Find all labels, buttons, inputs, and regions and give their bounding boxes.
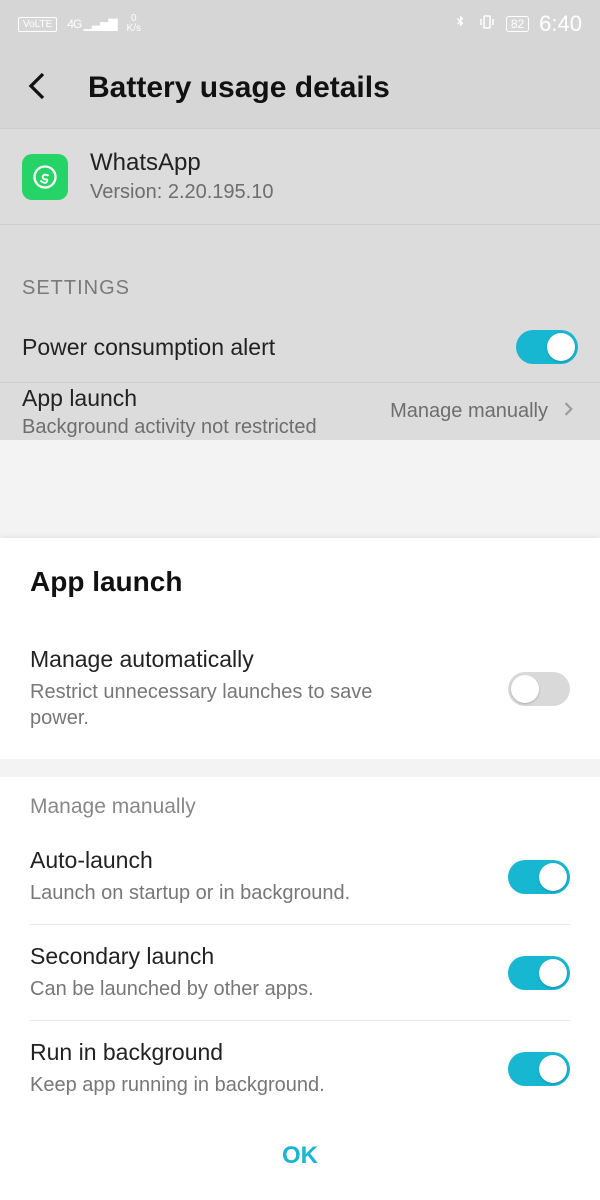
secondary-launch-label: Secondary launch bbox=[30, 943, 314, 970]
run-bg-sub: Keep app running in background. bbox=[30, 1072, 325, 1098]
settings-section-label: SETTINGS bbox=[0, 253, 600, 312]
run-bg-row[interactable]: Run in background Keep app running in ba… bbox=[30, 1021, 570, 1116]
run-bg-label: Run in background bbox=[30, 1039, 325, 1066]
power-alert-toggle[interactable] bbox=[516, 330, 578, 364]
battery-indicator: 82 bbox=[506, 16, 529, 32]
signal-icon: 4G ▁▃▅▇ bbox=[67, 17, 116, 31]
back-icon[interactable] bbox=[22, 68, 58, 109]
app-name: WhatsApp bbox=[90, 149, 273, 177]
auto-launch-sub: Launch on startup or in background. bbox=[30, 880, 350, 906]
auto-launch-label: Auto-launch bbox=[30, 847, 350, 874]
volte-badge: VoLTE bbox=[18, 17, 57, 32]
whatsapp-icon bbox=[22, 154, 68, 200]
status-bar: VoLTE 4G ▁▃▅▇ 0 K/s 82 6:40 bbox=[0, 0, 600, 48]
secondary-launch-toggle[interactable] bbox=[508, 956, 570, 990]
net-speed: 0 K/s bbox=[127, 14, 141, 34]
vibrate-icon bbox=[478, 13, 496, 36]
ok-button[interactable]: OK bbox=[30, 1116, 570, 1200]
clock: 6:40 bbox=[539, 11, 582, 37]
app-launch-label: App launch bbox=[22, 385, 317, 412]
manage-manually-label: Manage manually bbox=[30, 795, 570, 819]
secondary-launch-row[interactable]: Secondary launch Can be launched by othe… bbox=[30, 925, 570, 1020]
app-launch-row[interactable]: App launch Background activity not restr… bbox=[0, 382, 600, 440]
manage-auto-label: Manage automatically bbox=[30, 646, 430, 673]
manage-auto-toggle[interactable] bbox=[508, 672, 570, 706]
manage-auto-sub: Restrict unnecessary launches to save po… bbox=[30, 679, 430, 731]
bluetooth-icon bbox=[452, 14, 468, 35]
app-version: Version: 2.20.195.10 bbox=[90, 181, 273, 204]
sheet-title: App launch bbox=[30, 566, 570, 598]
power-alert-row[interactable]: Power consumption alert bbox=[0, 312, 600, 382]
chevron-right-icon bbox=[558, 399, 578, 425]
run-bg-toggle[interactable] bbox=[508, 1052, 570, 1086]
auto-launch-row[interactable]: Auto-launch Launch on startup or in back… bbox=[30, 829, 570, 924]
app-info-row: WhatsApp Version: 2.20.195.10 bbox=[0, 128, 600, 225]
app-launch-value: Manage manually bbox=[390, 400, 548, 423]
auto-launch-toggle[interactable] bbox=[508, 860, 570, 894]
power-alert-label: Power consumption alert bbox=[22, 334, 275, 361]
page-header: Battery usage details bbox=[0, 48, 600, 128]
page-title: Battery usage details bbox=[88, 71, 390, 105]
secondary-launch-sub: Can be launched by other apps. bbox=[30, 976, 314, 1002]
manage-auto-row[interactable]: Manage automatically Restrict unnecessar… bbox=[30, 628, 570, 749]
app-launch-sheet: App launch Manage automatically Restrict… bbox=[0, 538, 600, 1200]
app-launch-sub: Background activity not restricted bbox=[22, 416, 317, 439]
